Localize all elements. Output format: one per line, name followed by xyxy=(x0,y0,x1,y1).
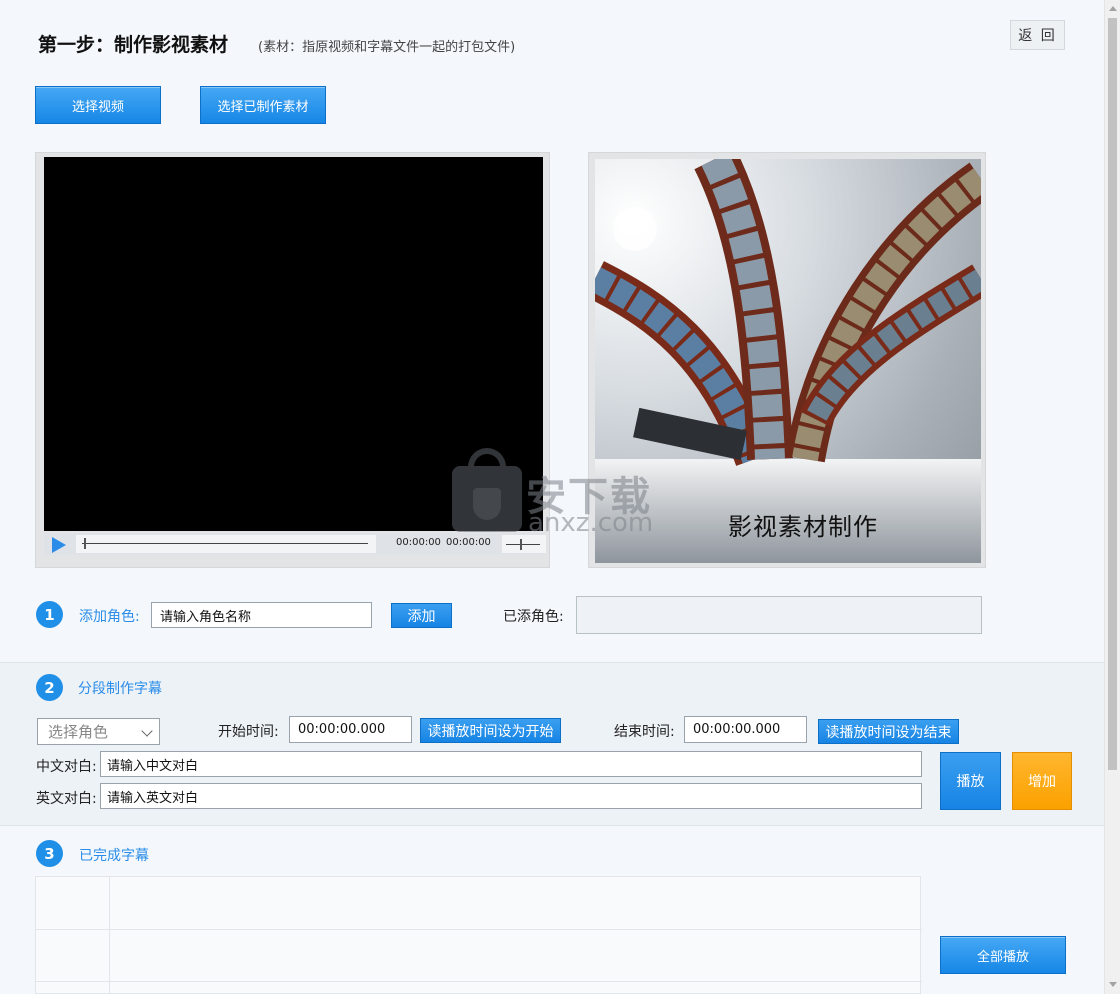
start-time-label: 开始时间: xyxy=(218,724,279,740)
select-video-button[interactable]: 选择视频 xyxy=(35,86,161,124)
table-row xyxy=(36,981,922,982)
step-3-label: 已完成字幕 xyxy=(79,848,149,864)
play-segment-button[interactable]: 播放 xyxy=(940,752,1001,810)
chinese-dialogue-input[interactable]: 请输入中文对白 xyxy=(100,751,922,777)
total-time: 00:00:00 xyxy=(446,537,491,548)
page-subtitle: (素材：指原视频和字幕文件一起的打包文件) xyxy=(258,40,516,55)
scroll-up-icon[interactable] xyxy=(1109,6,1117,11)
role-name-input[interactable]: 请输入角色名称 xyxy=(151,602,372,628)
current-time: 00:00:00 xyxy=(396,537,441,548)
scroll-down-icon[interactable] xyxy=(1109,982,1117,987)
english-dialogue-input[interactable]: 请输入英文对白 xyxy=(100,783,922,809)
poster-image: 影视素材制作 xyxy=(595,159,981,563)
start-time-input[interactable]: 00:00:00.000 xyxy=(289,716,412,743)
seek-track xyxy=(82,543,368,544)
added-roles-label: 已添角色: xyxy=(503,609,564,625)
seek-bar[interactable] xyxy=(76,535,376,553)
back-button[interactable]: 返 回 xyxy=(1010,20,1065,50)
play-all-button[interactable]: 全部播放 xyxy=(940,936,1066,974)
step-1-badge: 1 xyxy=(36,601,63,628)
english-dialogue-label: 英文对白: xyxy=(36,791,97,807)
volume-track xyxy=(506,544,540,545)
role-select[interactable]: 选择角色 xyxy=(37,718,160,745)
chevron-down-icon xyxy=(141,725,153,737)
completed-subtitles-table[interactable] xyxy=(35,876,922,994)
watermark-shield-icon xyxy=(473,488,501,520)
set-start-button[interactable]: 读播放时间设为开始 xyxy=(420,718,561,743)
chinese-dialogue-label: 中文对白: xyxy=(36,759,97,775)
add-segment-button[interactable]: 增加 xyxy=(1012,752,1072,810)
film-strip-illustration xyxy=(595,159,981,563)
watermark-bag-icon xyxy=(452,466,522,532)
page-title: 第一步：制作影视素材 xyxy=(38,34,229,56)
table-column-divider xyxy=(109,877,110,994)
scroll-thumb[interactable] xyxy=(1108,18,1117,770)
play-icon[interactable] xyxy=(52,537,66,553)
player-controls: 00:00:00 00:00:00 xyxy=(44,533,546,555)
role-select-value: 选择角色 xyxy=(48,723,109,741)
volume-thumb[interactable] xyxy=(520,539,522,550)
end-time-label: 结束时间: xyxy=(614,724,675,740)
select-material-button[interactable]: 选择已制作素材 xyxy=(200,86,326,124)
watermark-subtext: anxz.com xyxy=(528,508,654,538)
set-end-button[interactable]: 读播放时间设为结束 xyxy=(818,719,959,744)
step-1-label: 添加角色: xyxy=(79,609,140,625)
seek-thumb[interactable] xyxy=(84,538,86,549)
step-3-badge: 3 xyxy=(36,840,63,867)
add-role-button[interactable]: 添加 xyxy=(391,603,452,628)
page: 第一步：制作影视素材 (素材：指原视频和字幕文件一起的打包文件) 返 回 选择视… xyxy=(0,0,1104,994)
end-time-input[interactable]: 00:00:00.000 xyxy=(684,716,807,743)
step-2-label: 分段制作字幕 xyxy=(78,681,162,697)
added-roles-box xyxy=(576,596,982,634)
step-2-badge: 2 xyxy=(36,674,63,701)
vertical-scrollbar[interactable] xyxy=(1104,0,1120,994)
table-row xyxy=(36,929,922,930)
